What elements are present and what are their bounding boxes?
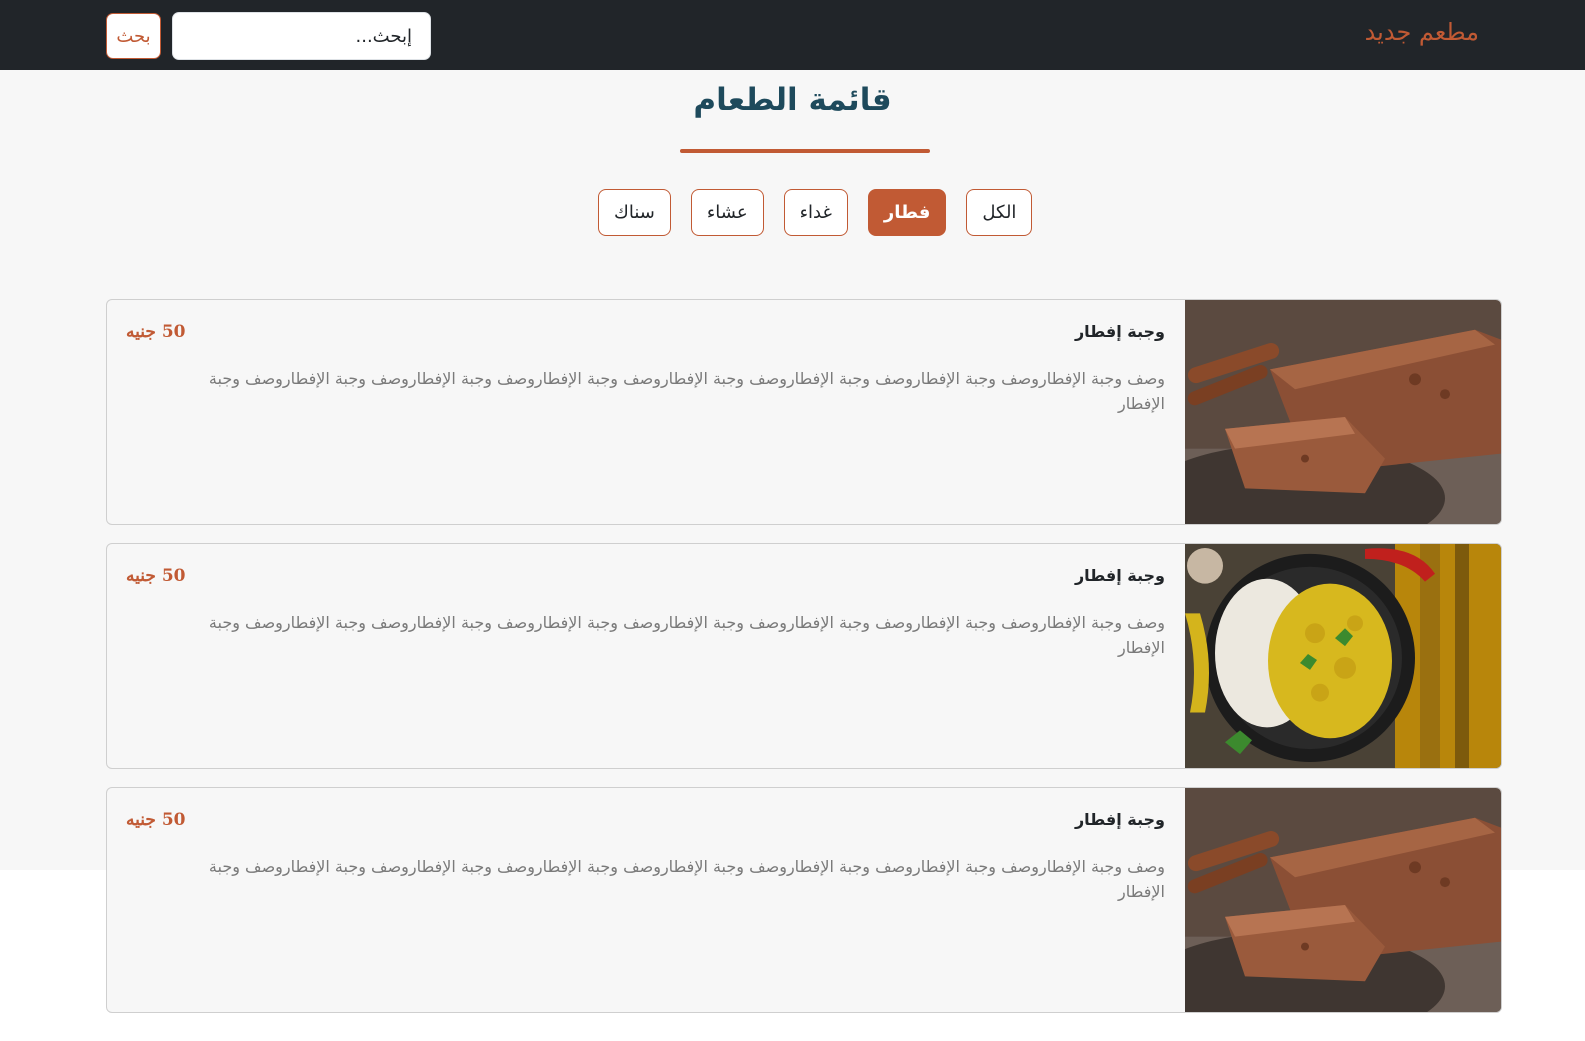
filter-snack-button[interactable]: سناك <box>598 189 671 236</box>
item-title: وجبة إفطار <box>1074 810 1165 829</box>
category-filters: الكل فطار غداء عشاء سناك <box>598 189 1033 236</box>
curry-rice-image <box>1185 544 1501 768</box>
page-title: قائمة الطعام <box>693 82 892 118</box>
menu-item-card[interactable]: وجبة إفطار 50 جنيه وصف وجبة الإفطاروصف و… <box>106 299 1502 525</box>
search-button[interactable]: بحث <box>106 13 161 59</box>
item-price: 50 جنيه <box>126 322 186 342</box>
item-description: وصف وجبة الإفطاروصف وجبة الإفطاروصف وجبة… <box>208 613 1165 657</box>
bread-image <box>1185 300 1501 524</box>
item-description: وصف وجبة الإفطاروصف وجبة الإفطاروصف وجبة… <box>208 369 1165 413</box>
filter-all-button[interactable]: الكل <box>966 189 1033 236</box>
filter-dinner-button[interactable]: عشاء <box>690 189 764 236</box>
bread-image <box>1185 788 1501 1012</box>
item-description: وصف وجبة الإفطاروصف وجبة الإفطاروصف وجبة… <box>208 857 1165 901</box>
item-price: 50 جنيه <box>126 566 186 586</box>
item-title: وجبة إفطار <box>1074 322 1165 341</box>
item-title: وجبة إفطار <box>1074 566 1165 585</box>
filter-breakfast-button[interactable]: فطار <box>867 189 947 236</box>
menu-item-card[interactable]: وجبة إفطار 50 جنيه وصف وجبة الإفطاروصف و… <box>106 543 1502 769</box>
brand-logo[interactable]: مطعم جديد <box>1365 18 1479 46</box>
title-underline <box>680 149 930 153</box>
filter-lunch-button[interactable]: غداء <box>783 189 848 236</box>
menu-item-card[interactable]: وجبة إفطار 50 جنيه وصف وجبة الإفطاروصف و… <box>106 787 1502 1013</box>
item-price: 50 جنيه <box>126 810 186 830</box>
navbar: مطعم جديد بحث <box>0 0 1585 70</box>
search-input[interactable] <box>172 12 431 60</box>
